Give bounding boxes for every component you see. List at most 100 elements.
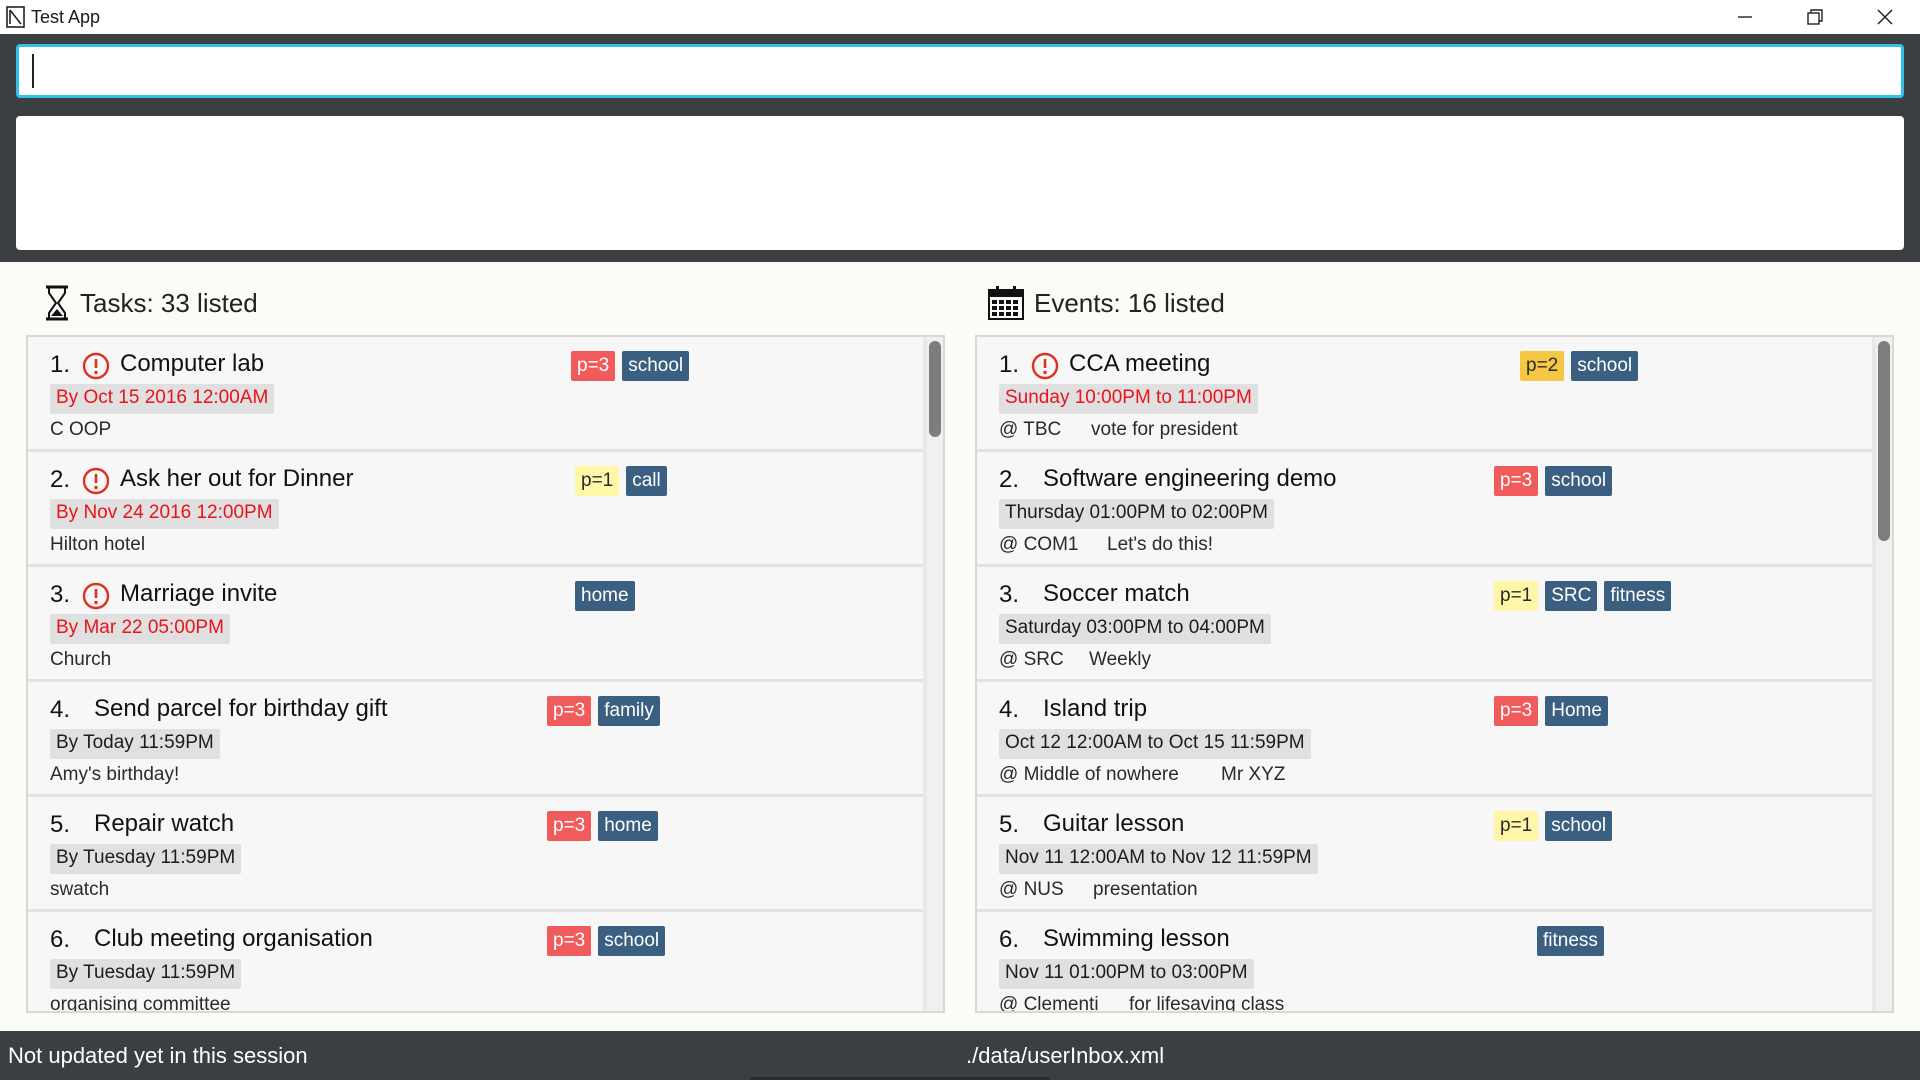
event-venue: @ Middle of nowhere — [999, 764, 1179, 785]
minimize-icon — [1738, 16, 1752, 18]
alert-icon — [82, 352, 110, 380]
task-card[interactable]: 3. Marriage invite home By Mar 22 05:00PM Ch… — [28, 567, 923, 682]
event-card[interactable]: 3. Soccer match p=1 SRC fitness Saturday 03:0… — [977, 567, 1872, 682]
item-badges: p=1 school — [1494, 811, 1613, 841]
status-bar: Not updated yet in this session ./data/u… — [0, 1031, 1920, 1080]
event-card[interactable]: 6. Swimming lesson fitness Nov 11 01:00PM t… — [977, 912, 1872, 1013]
events-count-label: Events: 16 listed — [1034, 287, 1225, 318]
tag-badge: SRC — [1545, 581, 1598, 611]
close-button[interactable] — [1850, 0, 1920, 34]
restore-button[interactable] — [1780, 0, 1850, 34]
item-index: 5. — [50, 811, 71, 838]
sync-status: Not updated yet in this session — [8, 1043, 308, 1068]
item-name: Send parcel for birthday gift — [94, 695, 388, 722]
result-display — [16, 116, 1904, 250]
window-title: Test App — [31, 7, 101, 27]
command-area — [0, 34, 1920, 262]
tag-badge: school — [622, 351, 690, 381]
item-index: 1. — [50, 351, 71, 378]
task-list-items: 1. Computer lab p=3 school By Oct 15 2016 12… — [28, 337, 923, 1011]
item-badges: fitness — [1537, 926, 1604, 956]
event-list-scrollbar[interactable] — [1876, 337, 1892, 1011]
task-deadline: By Tuesday 11:59PM — [50, 959, 242, 989]
event-description: Let's do this! — [1107, 534, 1214, 555]
task-list-scrollbar[interactable] — [927, 337, 943, 1011]
task-deadline: By Today 11:59PM — [50, 729, 220, 759]
task-description: Hilton hotel — [50, 534, 146, 555]
task-list[interactable]: 1. Computer lab p=3 school By Oct 15 2016 12… — [26, 335, 945, 1013]
item-name: Marriage invite — [120, 580, 278, 607]
item-index: 6. — [50, 926, 71, 953]
event-description: presentation — [1093, 879, 1198, 900]
task-card[interactable]: 4. Send parcel for birthday gift p=3 family… — [28, 682, 923, 797]
priority-badge: p=3 — [1494, 696, 1539, 726]
tag-badge: home — [598, 811, 658, 841]
item-index: 2. — [999, 466, 1020, 493]
command-input[interactable] — [16, 44, 1904, 98]
task-deadline: By Mar 22 05:00PM — [50, 614, 230, 644]
task-description: Church — [50, 649, 112, 670]
tag-badge: school — [598, 926, 666, 956]
priority-badge: p=3 — [547, 926, 592, 956]
item-name: Guitar lesson — [1043, 810, 1185, 837]
text-caret — [32, 54, 34, 88]
calendar-icon — [988, 286, 1024, 320]
priority-badge: p=3 — [1494, 466, 1539, 496]
task-card[interactable]: 5. Repair watch p=3 home By Tuesday 11:59PM s… — [28, 797, 923, 912]
event-time: Oct 12 12:00AM to Oct 15 11:59PM — [999, 729, 1311, 759]
tag-badge: school — [1545, 466, 1613, 496]
item-badges: p=1 call — [575, 466, 667, 496]
event-card[interactable]: 1. CCA meeting p=2 school Sunday 10:00PM to … — [977, 337, 1872, 452]
item-badges: p=2 school — [1520, 351, 1639, 381]
minimize-button[interactable] — [1710, 0, 1780, 34]
priority-badge: p=3 — [571, 351, 616, 381]
event-venue: @ SRC — [999, 649, 1064, 670]
tag-badge: call — [626, 466, 667, 496]
event-description: Weekly — [1089, 649, 1151, 670]
event-list[interactable]: 1. CCA meeting p=2 school Sunday 10:00PM to … — [975, 335, 1894, 1013]
priority-badge: p=2 — [1520, 351, 1565, 381]
event-time: Sunday 10:00PM to 11:00PM — [999, 384, 1258, 414]
tasks-header: Tasks: 33 listed — [44, 283, 258, 323]
task-scroll-thumb[interactable] — [929, 341, 941, 437]
event-description: for lifesaving class — [1129, 994, 1285, 1013]
event-card[interactable]: 4. Island trip p=3 Home Oct 12 12:00AM to Oc… — [977, 682, 1872, 797]
item-badges: p=3 school — [1494, 466, 1613, 496]
event-venue: @ TBC — [999, 419, 1062, 440]
item-name: CCA meeting — [1069, 350, 1211, 377]
item-badges: p=3 family — [547, 696, 660, 726]
task-card[interactable]: 1. Computer lab p=3 school By Oct 15 2016 12… — [28, 337, 923, 452]
item-name: Swimming lesson — [1043, 925, 1230, 952]
tag-badge: fitness — [1604, 581, 1672, 611]
close-icon — [1877, 9, 1893, 25]
priority-badge: p=3 — [547, 696, 592, 726]
tag-badge: school — [1545, 811, 1613, 841]
item-name: Repair watch — [94, 810, 235, 837]
event-time: Thursday 01:00PM to 02:00PM — [999, 499, 1274, 529]
item-badges: p=3 home — [547, 811, 658, 841]
item-index: 6. — [999, 926, 1020, 953]
item-index: 3. — [50, 581, 71, 608]
item-index: 1. — [999, 351, 1020, 378]
item-index: 4. — [50, 696, 71, 723]
tag-badge: home — [575, 581, 635, 611]
event-scroll-thumb[interactable] — [1878, 341, 1890, 541]
tag-badge: Home — [1545, 696, 1608, 726]
task-card[interactable]: 2. Ask her out for Dinner p=1 call By Nov 24… — [28, 452, 923, 567]
events-header: Events: 16 listed — [988, 283, 1225, 323]
item-name: Software engineering demo — [1043, 465, 1337, 492]
alert-icon — [82, 582, 110, 610]
hourglass-icon — [46, 285, 68, 321]
task-card[interactable]: 6. Club meeting organisation p=3 school By T… — [28, 912, 923, 1011]
item-index: 3. — [999, 581, 1020, 608]
item-index: 4. — [999, 696, 1020, 723]
item-badges: p=3 school — [571, 351, 690, 381]
item-index: 5. — [999, 811, 1020, 838]
item-badges: home — [575, 581, 635, 611]
priority-badge: p=1 — [1494, 811, 1539, 841]
event-card[interactable]: 5. Guitar lesson p=1 school Nov 11 12:00AM t… — [977, 797, 1872, 912]
event-venue: @ Clementi — [999, 994, 1099, 1013]
item-badges: p=3 Home — [1494, 696, 1608, 726]
title-bar: Test App — [0, 0, 1920, 34]
event-card[interactable]: 2. Software engineering demo p=3 school Thur… — [977, 452, 1872, 567]
